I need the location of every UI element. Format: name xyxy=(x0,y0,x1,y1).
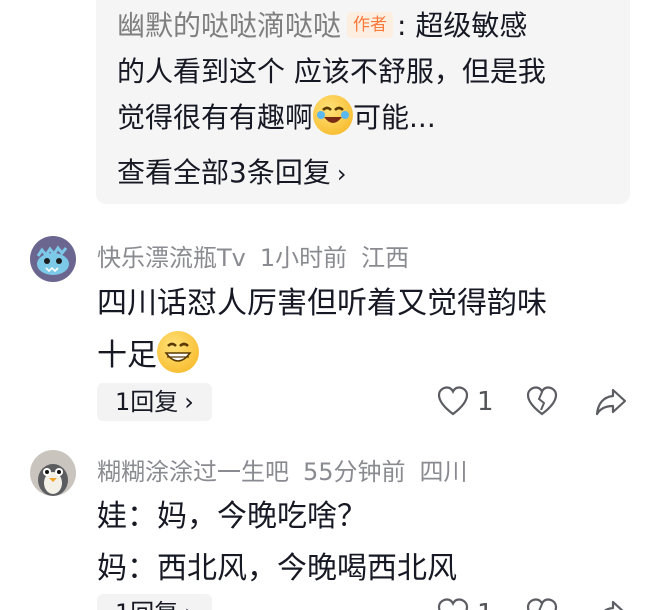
comment-location: 四川 xyxy=(419,458,468,486)
comment-list: 幽默的哒哒滴哒哒 作者: 超级敏感 的人看到这个 应该不舒服，但是我 觉得很有有趣… xyxy=(0,0,660,610)
thread-reply[interactable]: 幽默的哒哒滴哒哒 作者: 超级敏感 的人看到这个 应该不舒服，但是我 觉得很有有趣… xyxy=(117,3,617,141)
reply-count-label: 1回复 xyxy=(115,599,178,610)
avatar[interactable] xyxy=(30,236,76,282)
avatar[interactable] xyxy=(30,450,76,496)
reply-colon: : xyxy=(397,9,407,42)
heart-icon[interactable] xyxy=(436,385,470,419)
like-count: 1 xyxy=(477,597,494,610)
comment-text[interactable]: 四川话怼人厉害但听着又觉得韵味 十足 xyxy=(97,278,617,382)
comment-text-line2: 妈：西北风，今晚喝西北风 xyxy=(97,551,457,586)
view-all-label: 查看全部3条回复 xyxy=(117,156,331,189)
comment-meta: 快乐漂流瓶Tv 1小时前 江西 xyxy=(97,240,423,276)
author-badge: 作者 xyxy=(347,12,394,38)
reply-text-line2: 的人看到这个 应该不舒服，但是我 xyxy=(117,55,546,88)
share-icon[interactable] xyxy=(594,385,628,419)
comment-text-line1: 四川话怼人厉害但听着又觉得韵味 xyxy=(97,286,547,321)
reply-author-name[interactable]: 幽默的哒哒滴哒哒 xyxy=(117,9,341,42)
reply-count-label: 1回复 xyxy=(115,388,179,416)
chevron-right-icon: › xyxy=(184,388,194,416)
comment-username[interactable]: 糊糊涂涂过一生吧 xyxy=(97,458,289,486)
comment-time: 55分钟前 xyxy=(303,458,406,486)
broken-heart-icon[interactable] xyxy=(525,597,559,610)
view-all-replies-link[interactable]: 查看全部3条回复 › xyxy=(117,150,346,197)
comment-text-line2: 十足 xyxy=(97,338,157,373)
comment-time: 1小时前 xyxy=(259,244,348,272)
chevron-right-icon: › xyxy=(336,160,347,188)
grinning-emoji-icon xyxy=(157,331,199,373)
like-count: 1 xyxy=(477,387,494,417)
comment-text-line1: 娃：妈，今晚吃啥？ xyxy=(97,499,367,534)
comment-text[interactable]: 娃：妈，今晚吃啥？ 妈：西北风，今晚喝西北风 xyxy=(97,491,617,595)
laughing-crying-emoji-icon xyxy=(313,95,354,135)
view-replies-button[interactable]: 1回复 › xyxy=(97,594,212,610)
chevron-right-icon: › xyxy=(184,599,194,610)
broken-heart-icon[interactable] xyxy=(525,385,559,419)
reply-text-line3-end: 可能... xyxy=(353,101,436,134)
reply-text-line1: 超级敏感 xyxy=(415,9,528,42)
heart-icon[interactable] xyxy=(436,597,470,610)
comment-username[interactable]: 快乐漂流瓶Tv xyxy=(97,244,246,272)
view-replies-button[interactable]: 1回复› xyxy=(97,383,212,421)
comment-location: 江西 xyxy=(361,244,410,272)
share-icon[interactable] xyxy=(594,597,628,610)
reply-text-line3: 觉得很有有趣啊 xyxy=(117,101,314,134)
comment-meta: 糊糊涂涂过一生吧 55分钟前 四川 xyxy=(97,454,482,490)
